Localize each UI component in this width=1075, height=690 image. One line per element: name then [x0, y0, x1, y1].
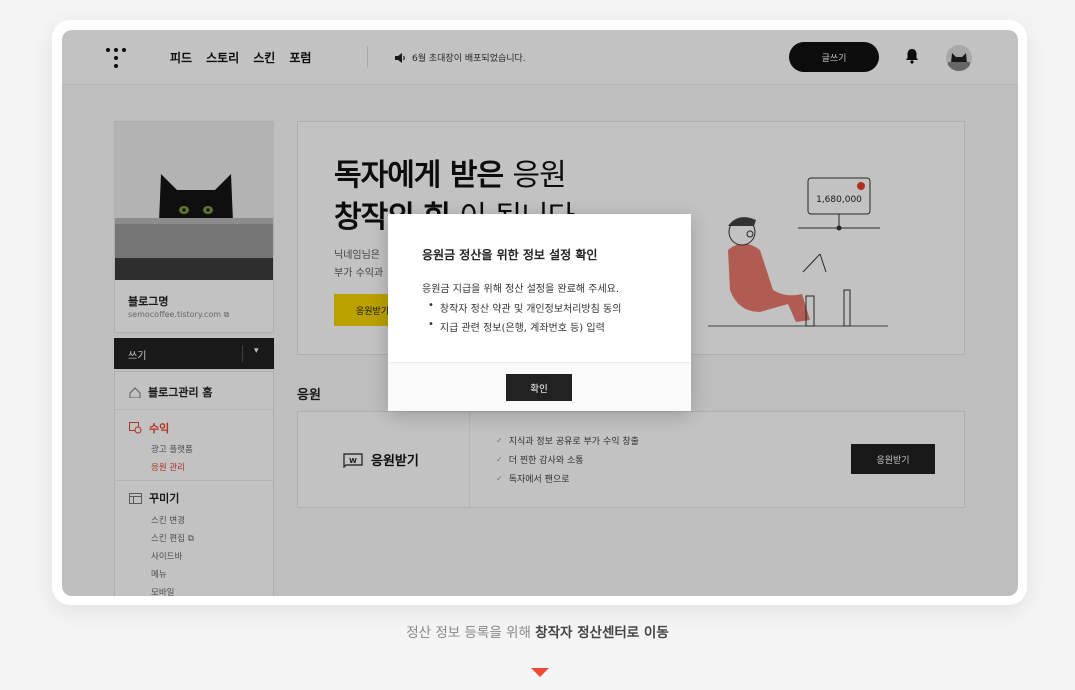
modal-bullet: • 지급 관련 정보(은행, 계좌번호 등) 입력	[428, 319, 605, 334]
caption-prefix: 정산 정보 등록을 위해	[406, 625, 531, 641]
bullet-dot: •	[428, 319, 434, 330]
bullet-text: 창작자 정산 약관 및 개인정보처리방침 동의	[439, 304, 622, 315]
down-arrow-icon	[531, 668, 549, 677]
modal-bullet: • 창작자 정산 약관 및 개인정보처리방침 동의	[428, 300, 621, 315]
bullet-text: 지급 관련 정보(은행, 계좌번호 등) 입력	[439, 323, 605, 334]
caption-bold: 창작자 정산센터로 이동	[535, 625, 669, 641]
settlement-modal: 응원금 정산을 위한 정보 설정 확인 응원금 지급을 위해 정산 설정을 완료…	[388, 214, 691, 411]
modal-footer: 확인	[388, 362, 691, 411]
confirm-button[interactable]: 확인	[506, 374, 572, 401]
modal-title: 응원금 정산을 위한 정보 설정 확인	[422, 248, 598, 262]
modal-body: 응원금 지급을 위해 정산 설정을 완료해 주세요.	[422, 284, 620, 295]
bullet-dot: •	[428, 300, 434, 311]
screen: 피드 스토리 스킨 포럼 6월 초대장이 배포되었습니다. 글쓰기 블로그명 s…	[62, 30, 1018, 596]
caption: 정산 정보 등록을 위해 창작자 정산센터로 이동	[0, 621, 1075, 641]
